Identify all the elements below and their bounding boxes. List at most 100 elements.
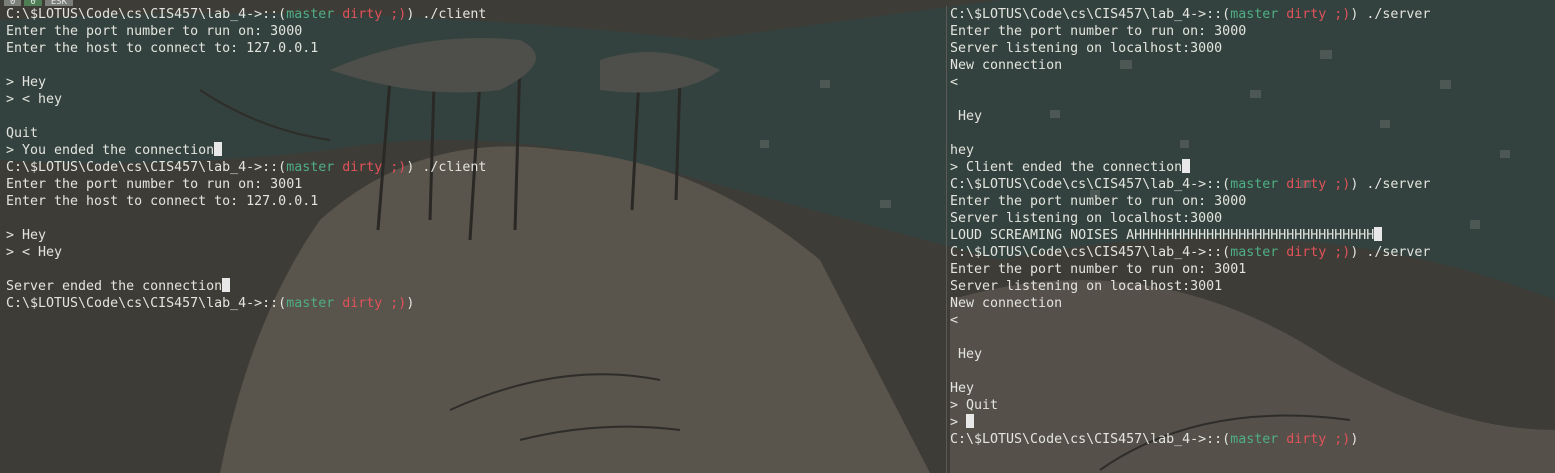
cursor-block xyxy=(214,142,223,156)
command-text: ./client xyxy=(414,160,487,175)
command-text: ./client xyxy=(414,7,487,22)
output-text: > < Hey xyxy=(6,245,63,260)
cursor-block xyxy=(1374,227,1383,241)
output-line: Server listening on localhost:3001 xyxy=(950,278,1550,295)
prompt-line: C:\$LOTUS\Code\cs\CIS457\lab_4->::(maste… xyxy=(950,6,1550,23)
server-terminal-pane[interactable]: C:\$LOTUS\Code\cs\CIS457\lab_4->::(maste… xyxy=(950,6,1550,448)
prompt-path: C:\$LOTUS\Code\cs\CIS457\lab_4->::( xyxy=(950,177,1231,192)
git-branch: master xyxy=(1230,177,1279,192)
pane-divider[interactable] xyxy=(946,6,947,473)
output-text: > Client ended the connection xyxy=(950,160,1183,175)
prompt-path: C:\$LOTUS\Code\cs\CIS457\lab_4->::( xyxy=(6,7,287,22)
prompt-line: C:\$LOTUS\Code\cs\CIS457\lab_4->::(maste… xyxy=(950,176,1550,193)
prompt-line: C:\$LOTUS\Code\cs\CIS457\lab_4->::(maste… xyxy=(950,244,1550,261)
git-branch: master xyxy=(286,7,335,22)
output-line: Enter the port number to run on: 3000 xyxy=(950,23,1550,40)
output-line: > < Hey xyxy=(6,244,941,261)
output-line: > Client ended the connection xyxy=(950,159,1550,176)
output-line: > Quit xyxy=(950,397,1550,414)
output-line: Enter the port number to run on: 3000 xyxy=(950,193,1550,210)
output-text: < xyxy=(950,75,959,90)
output-text: Hey xyxy=(950,109,983,124)
output-line: > < hey xyxy=(6,91,941,108)
output-text: Server ended the connection xyxy=(6,279,223,294)
output-line: New connection xyxy=(950,295,1550,312)
prompt-line: C:\$LOTUS\Code\cs\CIS457\lab_4->::(maste… xyxy=(6,159,941,176)
output-text: Server listening on localhost:3001 xyxy=(950,279,1223,294)
output-line: New connection xyxy=(950,57,1550,74)
cursor-block xyxy=(1182,159,1191,173)
output-line: Server listening on localhost:3000 xyxy=(950,210,1550,227)
output-line: Server listening on localhost:3000 xyxy=(950,40,1550,57)
prompt-path: C:\$LOTUS\Code\cs\CIS457\lab_4->::( xyxy=(950,7,1231,22)
command-text: ./server xyxy=(1358,7,1431,22)
output-line: Hey xyxy=(950,346,1550,363)
prompt-close: ) xyxy=(406,296,415,311)
cursor-block xyxy=(222,278,231,292)
output-text: > < hey xyxy=(6,92,63,107)
output-text: Enter the port number to run on: 3000 xyxy=(6,24,303,39)
output-line: > Hey xyxy=(6,74,941,91)
output-line: > xyxy=(950,414,1550,431)
output-line: LOUD SCREAMING NOISES AHHHHHHHHHHHHHHHHH… xyxy=(950,227,1550,244)
output-text: Enter the port number to run on: 3001 xyxy=(6,177,303,192)
output-line: Enter the port number to run on: 3001 xyxy=(6,176,941,193)
output-text: Enter the port number to run on: 3000 xyxy=(950,194,1247,209)
output-text: > Quit xyxy=(950,398,999,413)
output-text: New connection xyxy=(950,296,1063,311)
output-text: Enter the host to connect to: 127.0.0.1 xyxy=(6,194,319,209)
output-text: < xyxy=(950,313,959,328)
output-line: > Hey xyxy=(6,227,941,244)
output-line: Enter the host to connect to: 127.0.0.1 xyxy=(6,40,941,57)
output-line: < xyxy=(950,312,1550,329)
output-text: Hey xyxy=(950,381,975,396)
prompt-path: C:\$LOTUS\Code\cs\CIS457\lab_4->::( xyxy=(950,432,1231,447)
prompt-line: C:\$LOTUS\Code\cs\CIS457\lab_4->::(maste… xyxy=(950,431,1550,448)
git-branch: master xyxy=(286,160,335,175)
output-text: Hey xyxy=(950,347,983,362)
prompt-line: C:\$LOTUS\Code\cs\CIS457\lab_4->::(maste… xyxy=(6,6,941,23)
output-line: < xyxy=(950,74,1550,91)
output-line: Enter the host to connect to: 127.0.0.1 xyxy=(6,193,941,210)
output-line: Hey xyxy=(950,380,1550,397)
output-line: Enter the port number to run on: 3000 xyxy=(6,23,941,40)
output-text: New connection xyxy=(950,58,1063,73)
output-line: Quit xyxy=(6,125,941,142)
output-text: Quit xyxy=(6,126,39,141)
cursor-block xyxy=(966,414,975,428)
output-text: Enter the port number to run on: 3000 xyxy=(950,24,1247,39)
command-text: ./server xyxy=(1358,245,1431,260)
output-line: Enter the port number to run on: 3001 xyxy=(950,261,1550,278)
prompt-path: C:\$LOTUS\Code\cs\CIS457\lab_4->::( xyxy=(6,296,287,311)
prompt-line: C:\$LOTUS\Code\cs\CIS457\lab_4->::(maste… xyxy=(6,295,941,312)
output-line: Hey xyxy=(950,108,1550,125)
git-dirty: dirty ;) xyxy=(342,160,407,175)
prompt-path: C:\$LOTUS\Code\cs\CIS457\lab_4->::( xyxy=(950,245,1231,260)
git-dirty: dirty ;) xyxy=(342,296,407,311)
output-text: > xyxy=(950,415,967,430)
output-line: > You ended the connection xyxy=(6,142,941,159)
prompt-close: ) xyxy=(1350,432,1359,447)
output-text: Server listening on localhost:3000 xyxy=(950,211,1223,226)
output-text: > Hey xyxy=(6,75,47,90)
git-dirty: dirty ;) xyxy=(1286,432,1351,447)
output-text: Enter the host to connect to: 127.0.0.1 xyxy=(6,41,319,56)
client-terminal-pane[interactable]: C:\$LOTUS\Code\cs\CIS457\lab_4->::(maste… xyxy=(6,6,941,312)
output-line: Server ended the connection xyxy=(6,278,941,295)
git-dirty: dirty ;) xyxy=(342,7,407,22)
output-text: > You ended the connection xyxy=(6,143,215,158)
git-branch: master xyxy=(1230,245,1279,260)
output-text: LOUD SCREAMING NOISES AHHHHHHHHHHHHHHHHH… xyxy=(950,228,1375,243)
prompt-path: C:\$LOTUS\Code\cs\CIS457\lab_4->::( xyxy=(6,160,287,175)
command-text: ./server xyxy=(1358,177,1431,192)
git-dirty: dirty ;) xyxy=(1286,177,1351,192)
git-branch: master xyxy=(1230,7,1279,22)
